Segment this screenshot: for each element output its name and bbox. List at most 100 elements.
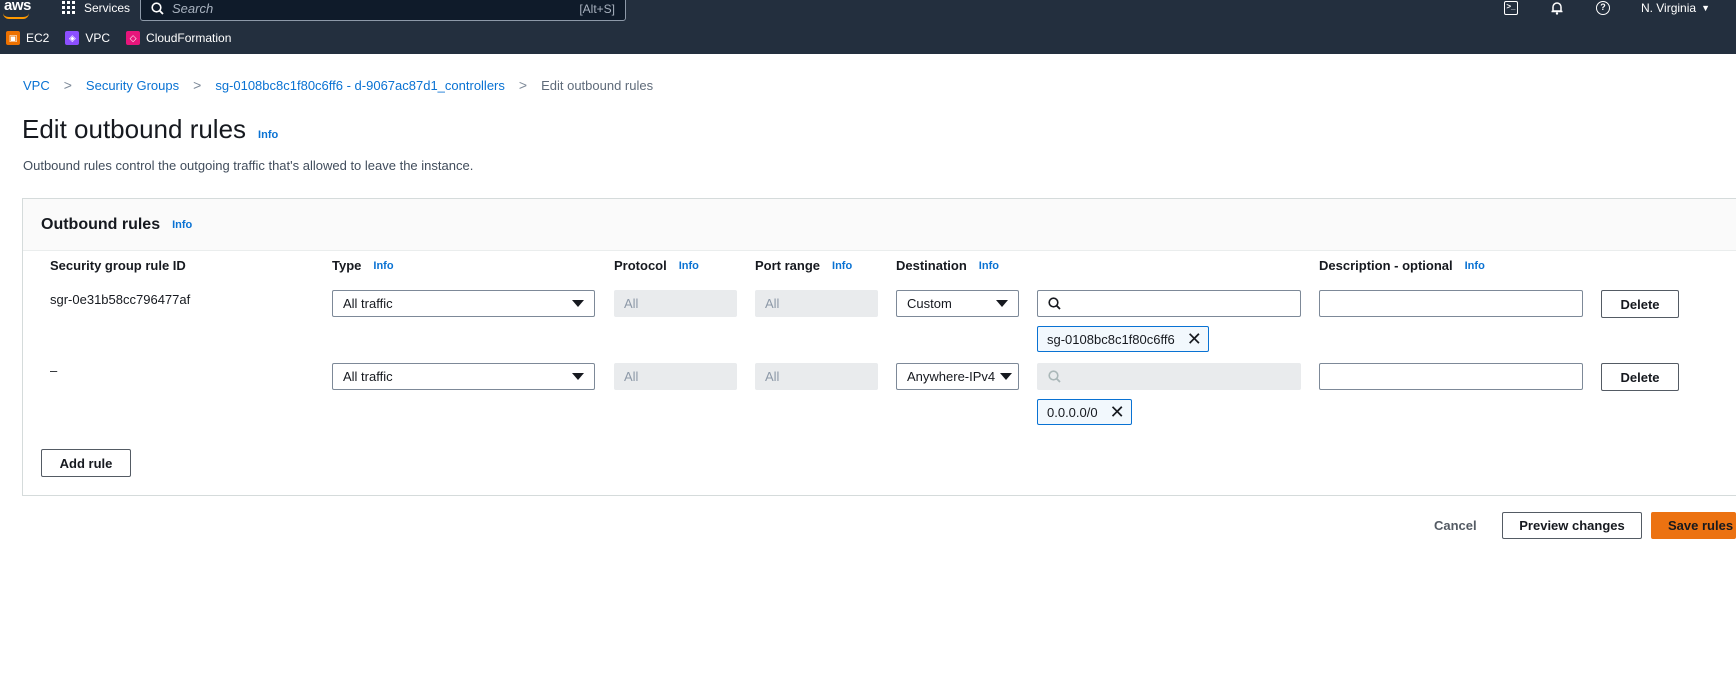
caret-down-icon <box>572 300 584 307</box>
column-label: Port range <box>755 258 821 273</box>
search-icon <box>151 2 164 15</box>
page-info-link[interactable]: Info <box>258 129 278 141</box>
destination-info-link[interactable]: Info <box>979 260 999 272</box>
chevron-right-icon: > <box>63 77 72 93</box>
page-title: Edit outbound rules <box>22 114 247 144</box>
nav-utility-icons: >_ ? N. Virginia ▼ <box>1503 0 1736 16</box>
destination-value: Custom <box>907 296 952 311</box>
column-label: Protocol <box>614 258 667 273</box>
aws-logo-text: aws <box>4 0 31 14</box>
column-header-type: Type Info <box>332 258 394 273</box>
port-range-field: All <box>755 290 878 317</box>
caret-down-icon <box>1000 373 1012 380</box>
breadcrumb-current: Edit outbound rules <box>541 77 654 93</box>
cancel-button[interactable]: Cancel <box>1434 518 1477 533</box>
protocol-info-link[interactable]: Info <box>679 260 699 272</box>
column-header-protocol: Protocol Info <box>614 258 699 273</box>
bell-icon[interactable] <box>1549 0 1565 16</box>
type-select[interactable]: All traffic <box>332 290 595 317</box>
token-label: sg-0108bc8c1f80c6ff6 <box>1047 331 1175 347</box>
favorite-label: CloudFormation <box>146 31 232 45</box>
description-input[interactable] <box>1319 290 1583 317</box>
top-navigation: aws Services [Alt+S] >_ ? N. Virginia ▼ <box>0 0 1736 54</box>
breadcrumb-security-group[interactable]: sg-0108bc8c1f80c6ff6 - d-9067ac87d1_cont… <box>215 78 505 93</box>
column-label: Security group rule ID <box>50 258 186 273</box>
port-range-info-link[interactable]: Info <box>832 260 852 272</box>
column-label: Type <box>332 258 362 273</box>
favorite-label: EC2 <box>26 31 50 45</box>
description-info-link[interactable]: Info <box>1465 260 1485 272</box>
services-label: Services <box>84 1 131 15</box>
protocol-field: All <box>614 290 737 317</box>
favorite-vpc[interactable]: ◈ VPC <box>65 31 110 45</box>
search-icon <box>1048 297 1061 310</box>
panel-header: Outbound rules Info <box>23 199 1736 251</box>
region-label: N. Virginia <box>1640 1 1697 15</box>
outbound-rules-panel: Outbound rules Info <box>22 198 1736 496</box>
search-shortcut-hint: [Alt+S] <box>579 1 615 16</box>
column-header-destination: Destination Info <box>896 258 999 273</box>
close-icon[interactable]: ✕ <box>1187 330 1202 348</box>
column-header-description: Description - optional Info <box>1319 258 1485 273</box>
grid-icon <box>62 1 76 15</box>
rule-id: sgr-0e31b58cc796477af <box>50 292 191 307</box>
protocol-field: All <box>614 363 737 390</box>
save-rules-button[interactable]: Save rules <box>1651 512 1736 539</box>
panel-info-link[interactable]: Info <box>172 219 192 231</box>
port-range-value: All <box>765 296 780 311</box>
services-menu-button[interactable]: Services <box>62 0 130 16</box>
preview-changes-button[interactable]: Preview changes <box>1502 512 1642 539</box>
destination-token: sg-0108bc8c1f80c6ff6 ✕ <box>1037 326 1209 352</box>
aws-smile-icon <box>3 13 29 19</box>
region-selector[interactable]: N. Virginia ▼ <box>1641 1 1710 15</box>
type-select[interactable]: All traffic <box>332 363 595 390</box>
port-range-field: All <box>755 363 878 390</box>
search-icon <box>1048 370 1061 383</box>
page-header: Edit outbound rules Info <box>22 114 278 145</box>
favorite-cloudformation[interactable]: ◇ CloudFormation <box>126 31 231 45</box>
global-search-box[interactable]: [Alt+S] <box>140 0 626 21</box>
breadcrumb-vpc[interactable]: VPC <box>23 78 50 93</box>
delete-button[interactable]: Delete <box>1601 290 1679 318</box>
breadcrumb-security-groups[interactable]: Security Groups <box>86 78 179 93</box>
favorite-ec2[interactable]: ▣ EC2 <box>6 31 49 45</box>
destination-token: 0.0.0.0/0 ✕ <box>1037 399 1132 425</box>
destination-search-field[interactable] <box>1037 290 1301 317</box>
caret-down-icon <box>996 300 1008 307</box>
save-rules-label: Save rules <box>1668 518 1734 533</box>
destination-select[interactable]: Anywhere-IPv4 <box>896 363 1019 390</box>
help-icon[interactable]: ? <box>1595 0 1611 16</box>
description-input[interactable] <box>1319 363 1583 390</box>
chevron-right-icon: > <box>193 77 202 93</box>
favorite-label: VPC <box>85 31 111 45</box>
top-bar: aws Services [Alt+S] >_ ? N. Virginia ▼ <box>0 0 1736 24</box>
panel-title: Outbound rules <box>41 215 161 233</box>
type-value: All traffic <box>343 296 393 311</box>
destination-search-field <box>1037 363 1301 390</box>
close-icon[interactable]: ✕ <box>1110 403 1125 421</box>
type-info-link[interactable]: Info <box>373 260 393 272</box>
global-search-input[interactable] <box>172 1 580 16</box>
delete-button[interactable]: Delete <box>1601 363 1679 391</box>
add-rule-button[interactable]: Add rule <box>41 449 131 477</box>
destination-value: Anywhere-IPv4 <box>907 369 996 384</box>
token-label: 0.0.0.0/0 <box>1047 404 1098 420</box>
breadcrumb: VPC > Security Groups > sg-0108bc8c1f80c… <box>23 77 653 93</box>
protocol-value: All <box>624 296 639 311</box>
caret-down-icon: ▼ <box>1701 3 1710 13</box>
page-description: Outbound rules control the outgoing traf… <box>23 158 474 173</box>
chevron-right-icon: > <box>518 77 528 93</box>
protocol-value: All <box>624 369 639 384</box>
column-header-port-range: Port range Info <box>755 258 852 273</box>
column-header-rule-id: Security group rule ID <box>50 258 186 273</box>
type-value: All traffic <box>343 369 393 384</box>
ec2-icon: ▣ <box>6 31 20 45</box>
cloudshell-icon[interactable]: >_ <box>1503 0 1519 16</box>
column-label: Description - optional <box>1319 258 1453 273</box>
column-label: Destination <box>896 258 967 273</box>
rule-id: – <box>50 363 58 378</box>
destination-select[interactable]: Custom <box>896 290 1019 317</box>
vpc-icon: ◈ <box>65 31 80 45</box>
favorites-bar: ▣ EC2 ◈ VPC ◇ CloudFormation <box>0 29 241 47</box>
destination-search-input[interactable] <box>1069 296 1290 311</box>
